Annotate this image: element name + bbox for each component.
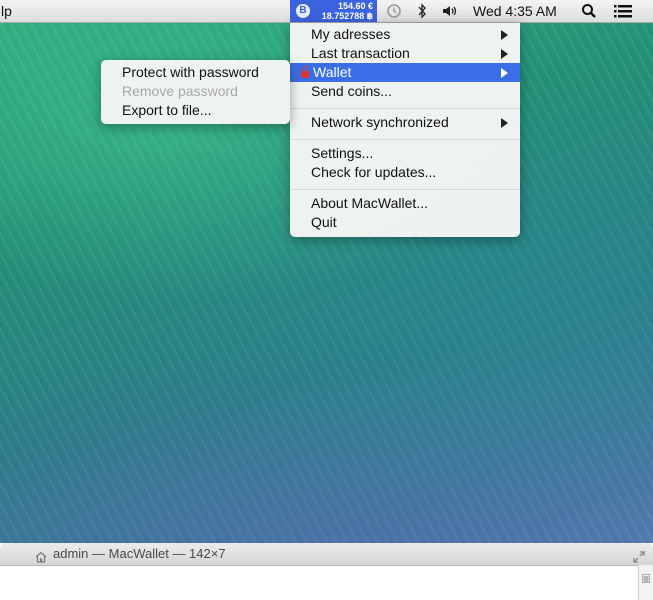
submenu-arrow-icon — [501, 118, 508, 128]
notification-center-icon[interactable] — [612, 0, 634, 22]
balance-display: 154.60 € 18.752788 ฿ — [322, 1, 373, 21]
scroll-lines-icon — [641, 570, 651, 584]
expand-icon[interactable] — [633, 548, 645, 563]
wallet-submenu: Protect with password Remove password Ex… — [101, 60, 290, 124]
menu-item-label: Quit — [311, 214, 337, 230]
menu-item-wallet[interactable]: Wallet — [290, 63, 520, 82]
app-menu-help-partial[interactable]: lp — [0, 0, 12, 22]
menu-item-label: Protect with password — [122, 64, 259, 80]
macwallet-dropdown-menu: My adresses Last transaction Wallet Send… — [290, 23, 520, 237]
bluetooth-icon[interactable] — [416, 0, 428, 22]
menu-item-network-synchronized[interactable]: Network synchronized — [290, 113, 520, 132]
macwallet-status-item[interactable]: B 154.60 € 18.752788 ฿ — [290, 0, 377, 22]
time-machine-icon[interactable] — [386, 0, 402, 22]
menu-item-label: Export to file... — [122, 102, 212, 118]
menu-item-check-for-updates[interactable]: Check for updates... — [290, 163, 520, 182]
menu-item-label: About MacWallet... — [311, 195, 428, 211]
menu-item-about[interactable]: About MacWallet... — [290, 194, 520, 213]
menu-item-label: Last transaction — [311, 45, 410, 61]
submenu-arrow-icon — [501, 30, 508, 40]
submenu-arrow-icon — [501, 49, 508, 59]
submenu-item-export-to-file[interactable]: Export to file... — [101, 101, 290, 120]
volume-icon[interactable] — [441, 0, 459, 22]
menu-item-label: Network synchronized — [311, 114, 449, 130]
menu-item-last-transaction[interactable]: Last transaction — [290, 44, 520, 63]
menu-item-label: Send coins... — [311, 83, 392, 99]
terminal-title: admin — MacWallet — 142×7 — [53, 546, 226, 561]
submenu-item-protect-with-password[interactable]: Protect with password — [101, 63, 290, 82]
submenu-item-remove-password: Remove password — [101, 82, 290, 101]
menu-separator — [290, 139, 520, 140]
menu-separator — [290, 108, 520, 109]
menubar-clock[interactable]: Wed 4:35 AM — [473, 0, 557, 22]
menu-item-settings[interactable]: Settings... — [290, 144, 520, 163]
terminal-scrollbar[interactable] — [638, 565, 653, 600]
menu-bar: lp B 154.60 € 18.752788 ฿ Wed 4:35 AM — [0, 0, 653, 23]
menu-item-label: Remove password — [122, 83, 238, 99]
spotlight-search-icon[interactable] — [580, 0, 598, 22]
menu-item-label: My adresses — [311, 26, 391, 42]
menu-item-quit[interactable]: Quit — [290, 213, 520, 232]
lock-icon — [301, 66, 309, 78]
btc-balance: 18.752788 ฿ — [321, 11, 373, 21]
terminal-window: admin — MacWallet — 142×7 — [0, 543, 653, 600]
submenu-arrow-icon — [501, 68, 508, 78]
menu-item-label: Settings... — [311, 145, 374, 161]
menu-item-my-adresses[interactable]: My adresses — [290, 25, 520, 44]
menu-item-label: Wallet — [313, 64, 352, 80]
menu-item-label: Check for updates... — [311, 164, 437, 180]
bitcoin-icon: B — [296, 4, 310, 18]
home-icon — [35, 548, 47, 563]
terminal-title-bar[interactable]: admin — MacWallet — 142×7 — [0, 543, 653, 566]
menu-separator — [290, 189, 520, 190]
fiat-balance: 154.60 € — [337, 1, 373, 11]
menu-item-send-coins[interactable]: Send coins... — [290, 82, 520, 101]
